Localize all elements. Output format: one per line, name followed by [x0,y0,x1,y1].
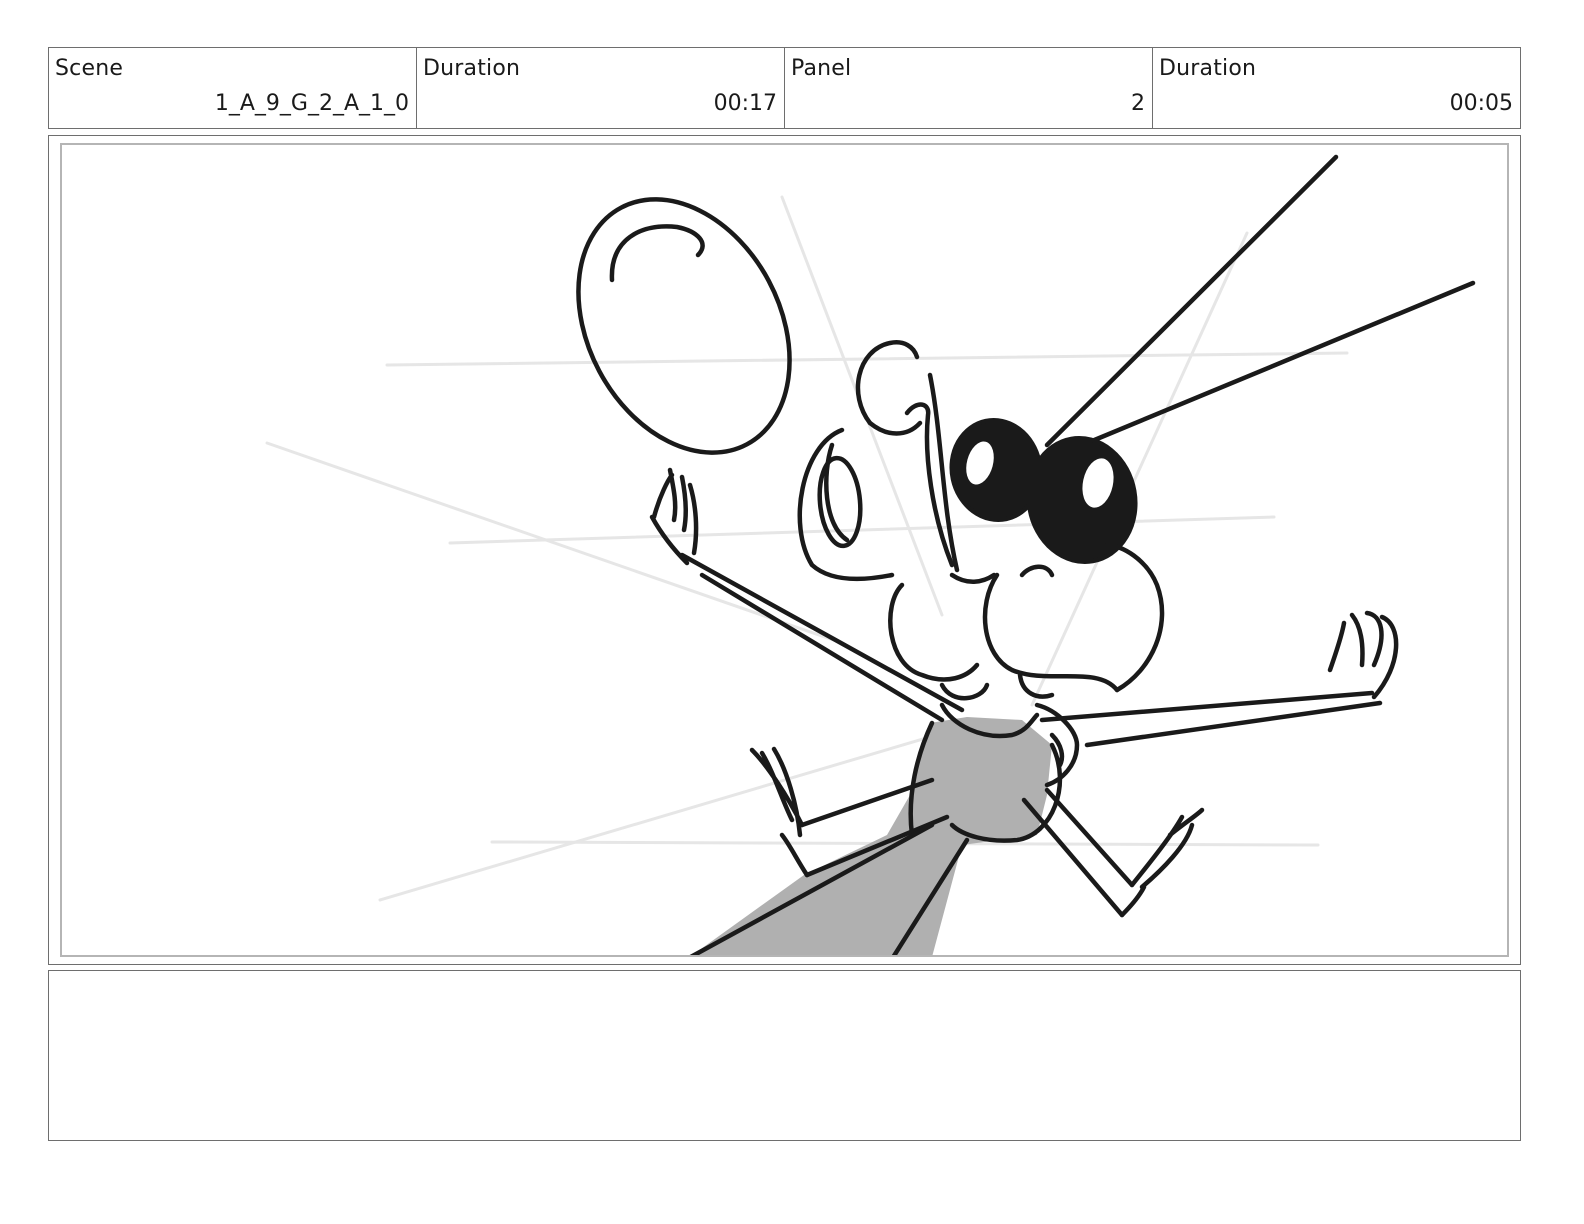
scene-duration-label: Duration [423,56,521,81]
panel-notes-box[interactable] [48,970,1521,1141]
panel-duration-value: 00:05 [1449,91,1513,116]
panel-sketch [265,154,1476,955]
scene-duration-cell: Duration 00:17 [417,48,785,128]
scene-cell: Scene 1_A_9_G_2_A_1_0 [49,48,417,128]
panel-duration-label: Duration [1159,56,1257,81]
construction-lines [265,195,1349,902]
scene-value: 1_A_9_G_2_A_1_0 [214,91,409,116]
storyboard-header: Scene 1_A_9_G_2_A_1_0 Duration 00:17 Pan… [48,47,1521,129]
panel-duration-cell: Duration 00:05 [1153,48,1520,128]
panel-cell: Panel 2 [785,48,1153,128]
body-fill [692,717,1052,955]
scene-label: Scene [55,56,124,81]
storyboard-panel-frame [48,135,1521,965]
panel-label: Panel [791,56,852,81]
panel-value: 2 [1131,91,1145,116]
scene-duration-value: 00:17 [713,91,777,116]
panel-drawing-area [60,143,1509,957]
